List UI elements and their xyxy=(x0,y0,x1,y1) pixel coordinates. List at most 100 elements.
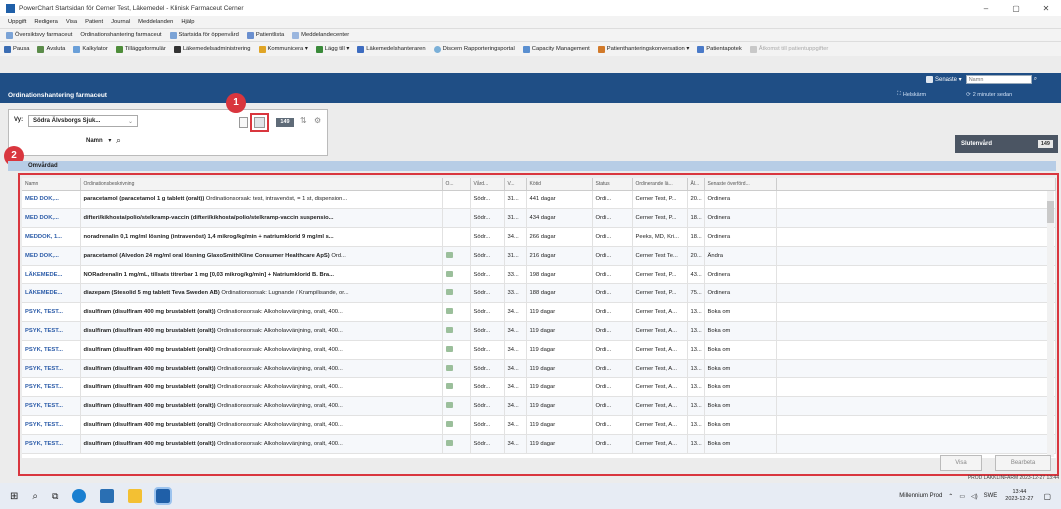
nav-meddelandecenter[interactable]: Meddelandecenter xyxy=(292,31,350,39)
maximize-button[interactable]: ▢ xyxy=(1001,4,1031,13)
toolbar-patientapotek[interactable]: Patientapotek xyxy=(697,45,742,53)
volume-icon[interactable]: ◁) xyxy=(971,493,978,500)
toolbar-label: Pausa xyxy=(13,46,30,52)
globe-icon xyxy=(433,45,441,53)
toolbar-lagg-till[interactable]: Lägg till ▾ xyxy=(315,45,349,53)
toolbar-patienthantering[interactable]: Patienthanteringskonversation ▾ xyxy=(597,45,689,53)
toolbar-lakemedelshanteraren[interactable]: Läkemedelshanteraren xyxy=(357,45,426,53)
patient-search-input[interactable] xyxy=(965,75,1032,84)
calculator-icon xyxy=(73,45,81,53)
chart-icon xyxy=(522,45,530,53)
menu-uppgift[interactable]: Uppgift xyxy=(8,19,26,25)
menu-meddelanden[interactable]: Meddelanden xyxy=(138,19,173,25)
clock[interactable]: 13:44 2023-12-27 xyxy=(1005,489,1033,503)
view-dropdown[interactable]: Södra Älvsborgs Sjuk... ⌄ xyxy=(28,115,138,127)
name-dropdown-label: Namn xyxy=(86,138,103,144)
toolbar-label: Avsluta xyxy=(46,46,66,52)
close-button[interactable]: ✕ xyxy=(1031,4,1061,13)
toolbar-label: Läkemedelsadministrering xyxy=(182,46,251,52)
toolbar-atkomst: Åtkomst till patientuppgifter xyxy=(749,45,828,53)
refresh-icon[interactable]: ⟳ xyxy=(966,92,971,98)
nav-ordinationshantering[interactable]: Ordinationshantering farmaceut xyxy=(80,32,161,38)
windows-start-icon[interactable]: ⊞ xyxy=(10,491,18,502)
view-label: Vy: xyxy=(14,117,24,123)
nav-label: Översiktsvy farmaceut xyxy=(15,32,73,38)
highlight-box-1 xyxy=(250,113,269,132)
toolbar-label: Kommunicera ▾ xyxy=(267,46,308,52)
name-sort-dropdown[interactable]: Namn ▾ xyxy=(86,137,111,144)
chevron-down-icon: ⌄ xyxy=(127,119,133,125)
task-view-icon[interactable]: ⧉ xyxy=(52,491,58,502)
menu-journal[interactable]: Journal xyxy=(111,19,130,25)
toolbar-label: Capacity Management xyxy=(531,46,590,52)
toolbar-tillaggsformular[interactable]: Tilläggsformulär xyxy=(115,45,166,53)
nav-label: Startsida för öppenvård xyxy=(178,32,239,38)
gear-icon[interactable]: ⚙ xyxy=(314,116,321,125)
plus-icon xyxy=(315,45,323,53)
barcode-icon xyxy=(173,45,181,53)
grid-icon xyxy=(169,31,177,39)
grid-icon xyxy=(6,31,13,39)
nav-startsida[interactable]: Startsida för öppenvård xyxy=(169,31,239,39)
clock-time: 13:44 xyxy=(1012,489,1027,495)
status-text: PROD LAKKLINFARM 2023-12-27 13:44 xyxy=(967,475,1059,481)
toolbar-kalkylator[interactable]: Kalkylator xyxy=(73,45,108,53)
header-band xyxy=(0,73,1061,103)
lock-icon xyxy=(749,45,757,53)
toolbar-label: Läkemedelshanteraren xyxy=(366,46,426,52)
recent-dropdown[interactable]: Senaste ▾ xyxy=(935,76,962,83)
file-explorer-icon[interactable] xyxy=(128,489,143,503)
toolbar-lakemedelsadministrering[interactable]: Läkemedelsadministrering xyxy=(173,45,251,53)
toolbar-avsluta[interactable]: Avsluta xyxy=(37,45,66,53)
edge-icon[interactable] xyxy=(72,489,87,503)
group-slutenvard[interactable]: Slutenvård 149 xyxy=(955,135,1058,153)
toolbar-label: Kalkylator xyxy=(82,46,108,52)
toolbar-discern[interactable]: Discern Rapporteringsportal xyxy=(433,45,515,53)
sort-icon[interactable]: ⇅ xyxy=(300,116,307,125)
fullscreen-button[interactable]: Helskärm xyxy=(903,92,926,98)
minimize-button[interactable]: – xyxy=(971,4,1001,13)
search-icon[interactable]: ⌕ xyxy=(1034,76,1037,83)
bearbeta-button[interactable]: Bearbeta xyxy=(995,455,1051,471)
chat-icon xyxy=(258,45,266,53)
menu-visa[interactable]: Visa xyxy=(66,19,77,25)
fullscreen-icon: ⛶ xyxy=(897,91,901,97)
menu-patient[interactable]: Patient xyxy=(85,19,103,25)
nav-patientlista[interactable]: Patientlista xyxy=(246,31,284,39)
highlight-box-2 xyxy=(18,173,1059,476)
app-icon xyxy=(6,3,15,13)
pause-icon xyxy=(4,45,11,53)
menu-bar: Uppgift Redigera Visa Patient Journal Me… xyxy=(0,16,1061,28)
store-icon[interactable] xyxy=(100,489,115,503)
toolbar-kommunicera[interactable]: Kommunicera ▾ xyxy=(258,45,308,53)
toolbar-label: Patientapotek xyxy=(706,46,742,52)
language-indicator[interactable]: SWE xyxy=(984,493,998,499)
envelope-icon xyxy=(292,31,300,39)
nav-oversiktsvy[interactable]: Översiktsvy farmaceut xyxy=(6,31,73,39)
section-header: Omvårdad xyxy=(8,161,1056,171)
search-icon[interactable]: ⌕ xyxy=(116,135,121,146)
network-icon[interactable]: ▭ xyxy=(959,493,965,500)
toolbar-label: Tilläggsformulär xyxy=(124,46,166,52)
toolbar-capacity[interactable]: Capacity Management xyxy=(522,45,590,53)
panel-actions: ⛶ Helskärm ⟳ 2 minuter sedan xyxy=(897,91,1012,98)
toolbar: Pausa Avsluta Kalkylator Tilläggsformulä… xyxy=(0,41,1061,56)
toolbar-pausa[interactable]: Pausa xyxy=(4,45,30,53)
window-title-bar: PowerChart Startsidan för Cerner Test, L… xyxy=(0,0,1061,16)
group-label: Slutenvård xyxy=(961,141,993,147)
search-icon[interactable]: ⌕ xyxy=(32,491,38,502)
nav-label: Meddelandecenter xyxy=(301,32,350,38)
nav-bar: Översiktsvy farmaceut Ordinationshanteri… xyxy=(0,28,1061,41)
menu-redigera[interactable]: Redigera xyxy=(34,19,58,25)
folder-icon xyxy=(926,76,933,83)
menu-hjalp[interactable]: Hjälp xyxy=(181,19,194,25)
pharmacy-icon xyxy=(697,45,705,53)
annotation-marker-1: 1 xyxy=(226,93,246,113)
notification-icon[interactable]: ▢ xyxy=(1043,492,1051,501)
group-count: 149 xyxy=(1037,140,1053,148)
list-view-icon[interactable] xyxy=(239,117,248,128)
powerchart-icon[interactable] xyxy=(154,487,173,505)
chevron-up-icon[interactable]: ⌃ xyxy=(948,493,953,500)
page-title: Ordinationshantering farmaceut xyxy=(8,92,107,99)
visa-button[interactable]: Visa xyxy=(940,455,982,471)
